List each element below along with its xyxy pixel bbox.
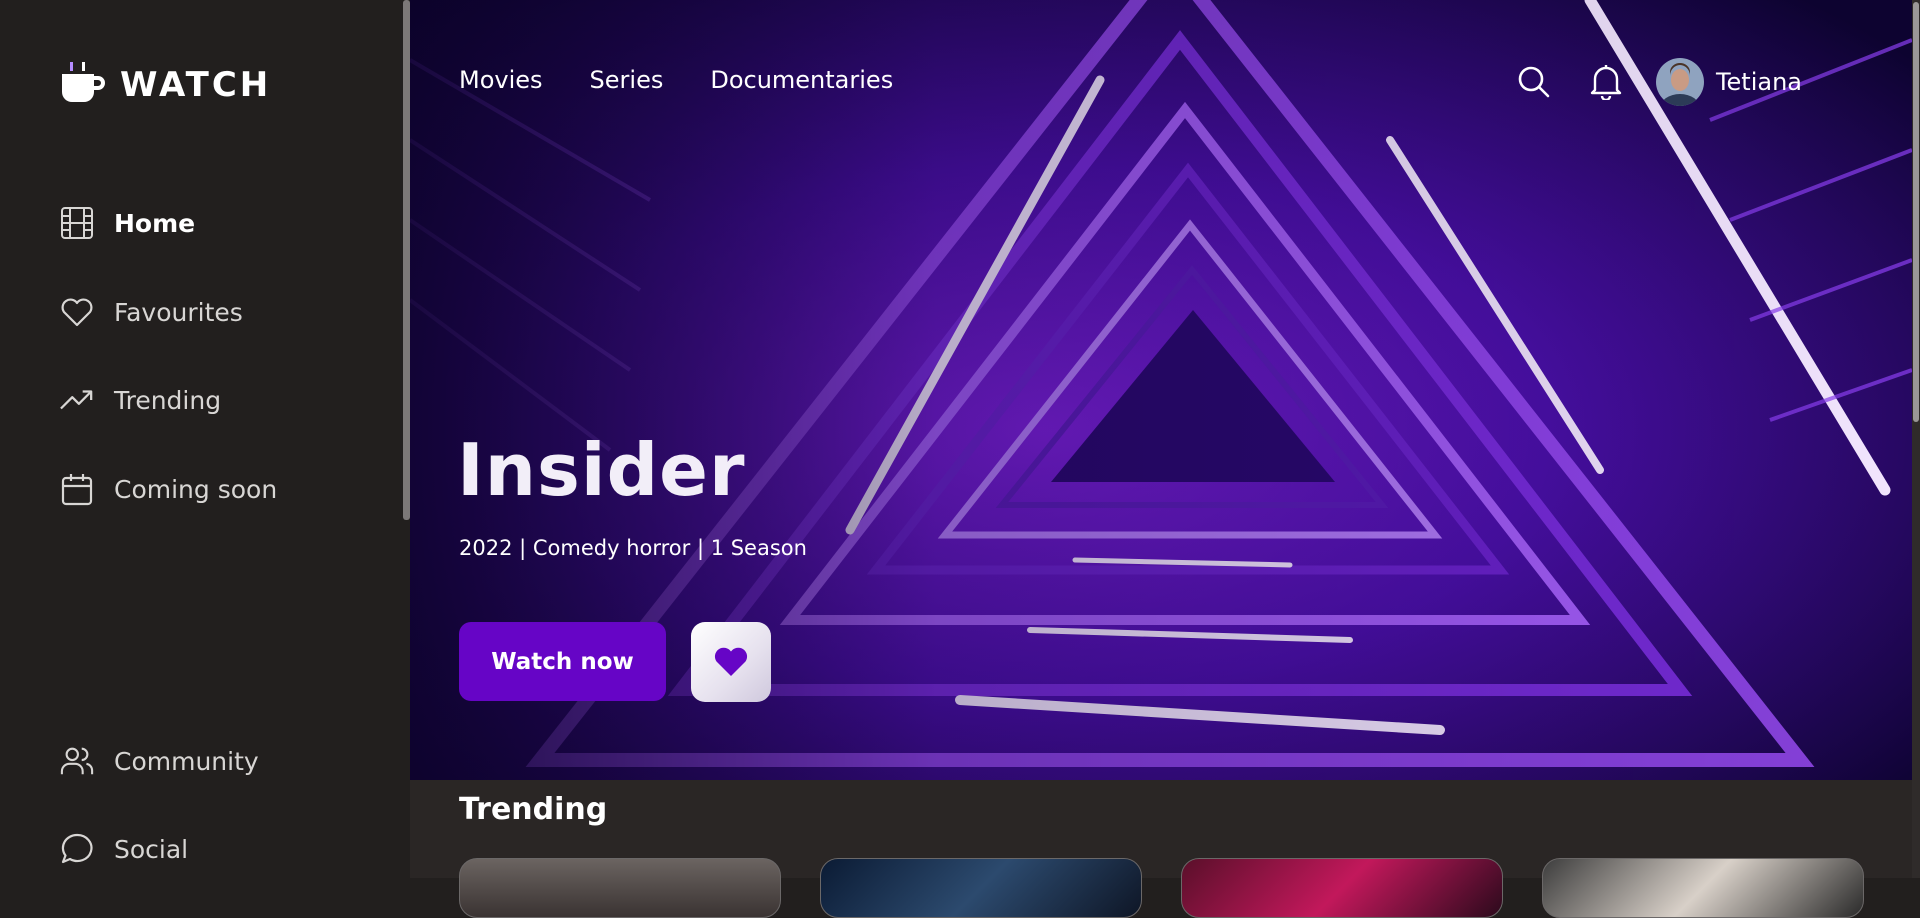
nav-link-movies[interactable]: Movies [459,66,543,94]
sidebar-item-label: Community [114,746,259,776]
trending-card[interactable] [459,858,781,918]
trending-card[interactable] [1542,858,1864,918]
brand-logo[interactable]: WATCH [60,60,271,110]
bell-icon[interactable] [1586,62,1626,102]
main-scrollbar-thumb[interactable] [1913,2,1919,422]
hero-banner: Movies Series Documentaries Tetiana Insi… [410,0,1912,780]
sidebar-item-label: Coming soon [114,474,278,504]
sidebar-item-label: Trending [114,385,222,415]
cup-icon [60,60,106,110]
sidebar-item-label: Favourites [114,297,243,327]
trending-icon [60,383,94,417]
avatar[interactable] [1655,58,1704,106]
nav-link-series[interactable]: Series [590,66,664,94]
sidebar-item-label: Social [114,834,189,864]
hero-meta: 2022 | Comedy horror | 1 Season [459,536,807,560]
hero-title: Insider [457,428,746,512]
watch-now-button[interactable]: Watch now [459,622,666,701]
main-content: Movies Series Documentaries Tetiana Insi… [410,0,1912,918]
sidebar-scrollbar[interactable] [403,0,410,520]
heart-icon [60,295,94,329]
search-icon[interactable] [1514,62,1554,102]
trending-carousel [459,858,1879,918]
sidebar-item-favourites[interactable]: Favourites [60,292,243,332]
nav-link-documentaries[interactable]: Documentaries [710,66,893,94]
chat-icon [60,832,94,866]
user-name[interactable]: Tetiana [1716,68,1802,96]
film-icon [60,206,94,240]
trending-card[interactable] [1181,858,1503,918]
top-nav: Movies Series Documentaries [459,66,893,94]
heart-icon [713,645,749,680]
users-icon [60,744,94,778]
sidebar-item-home[interactable]: Home [60,203,195,243]
sidebar-item-trending[interactable]: Trending [60,380,221,420]
calendar-icon [60,472,94,506]
trending-card[interactable] [820,858,1142,918]
section-title-trending: Trending [459,792,608,827]
sidebar-item-social[interactable]: Social [60,829,188,869]
sidebar-item-coming-soon[interactable]: Coming soon [60,469,277,509]
sidebar-item-community[interactable]: Community [60,741,259,781]
sidebar-item-label: Home [114,208,196,238]
brand-name: WATCH [120,65,272,105]
main-scrollbar[interactable] [1912,0,1920,878]
add-favourite-button[interactable] [691,622,771,702]
header-tools: Tetiana [1514,58,1802,106]
sidebar: WATCH Home Favourites Trending Coming so… [0,0,410,878]
